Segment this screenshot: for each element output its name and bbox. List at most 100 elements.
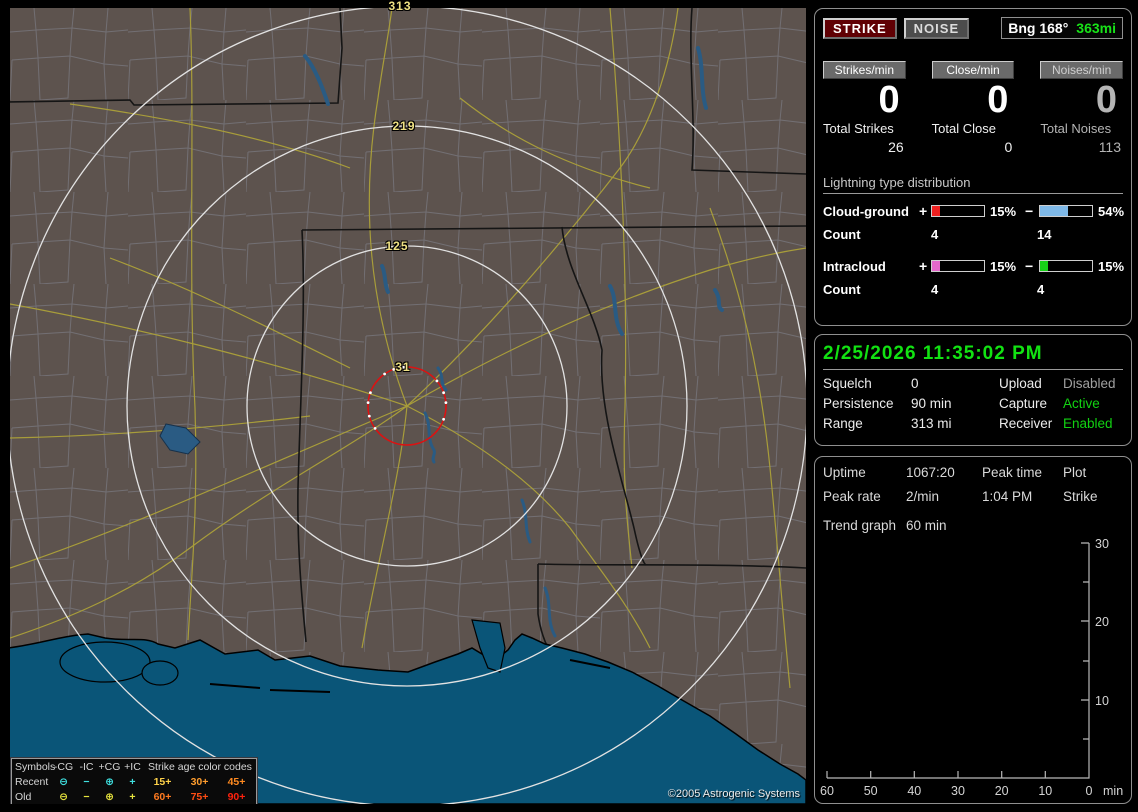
total-strikes-label: Total Strikes bbox=[823, 121, 894, 136]
map-legend: Symbols -CG -IC +CG +IC Strike age color… bbox=[10, 757, 258, 804]
copyright: ©2005 Astrogenic Systems bbox=[667, 788, 800, 800]
age-15: 15+ bbox=[153, 775, 172, 788]
intracloud-count-row: Count 4 4 bbox=[823, 282, 1123, 300]
x-tick-10: 10 bbox=[1038, 784, 1052, 798]
ic-plus-bar bbox=[931, 260, 985, 272]
range-value: 313 mi bbox=[911, 416, 952, 431]
bearing-range: 363mi bbox=[1076, 20, 1116, 36]
range-label: Range bbox=[823, 416, 863, 431]
age-90: 90+ bbox=[227, 790, 246, 803]
divider bbox=[823, 369, 1123, 370]
ic-minus-pct: 15% bbox=[1098, 258, 1125, 274]
bearing-label: Bng 168° bbox=[1008, 20, 1069, 36]
total-close-label: Total Close bbox=[931, 121, 996, 136]
legend-col-+cg: +CG bbox=[98, 760, 121, 773]
noises-per-min-value: 0 bbox=[1095, 79, 1118, 121]
close-per-min-label: Close/min bbox=[931, 61, 1015, 79]
age-75: 75+ bbox=[190, 790, 209, 803]
cloud-ground-row: Cloud-ground + 15% − 54% bbox=[823, 202, 1124, 220]
legend-col-+ic: +IC bbox=[124, 760, 141, 773]
count-label: Count bbox=[823, 227, 861, 242]
plus-sign: + bbox=[919, 203, 928, 219]
range-ring-label-125: 125 bbox=[385, 239, 409, 253]
y-tick-30: 30 bbox=[1095, 537, 1109, 551]
intracloud-label: Intracloud bbox=[823, 258, 886, 274]
persistence-label: Persistence bbox=[823, 396, 894, 411]
range-ring-label-219: 219 bbox=[392, 119, 416, 133]
plot-label: Plot bbox=[1063, 465, 1087, 480]
status-panel: 2/25/2026 11:35:02 PM Squelch 0 Upload D… bbox=[814, 334, 1132, 446]
x-axis-unit: min bbox=[1103, 784, 1123, 798]
trend-graph-label: Trend graph bbox=[823, 518, 897, 533]
datetime-display: 2/25/2026 11:35:02 PM bbox=[823, 343, 1043, 364]
trend-graph-value: 60 min bbox=[906, 518, 947, 533]
ic-plus-count: 4 bbox=[931, 282, 939, 297]
squelch-value: 0 bbox=[911, 376, 919, 391]
counters-panel: STRIKE NOISE Bng 168° 363mi Strikes/min … bbox=[814, 8, 1132, 326]
ic-plus-bar-fill bbox=[932, 261, 940, 271]
cloud-ground-label: Cloud-ground bbox=[823, 203, 909, 219]
distribution-title: Lightning type distribution bbox=[823, 175, 1123, 194]
total-strikes-value: 26 bbox=[888, 139, 904, 155]
age-60: 60+ bbox=[153, 790, 172, 803]
total-close-value: 0 bbox=[1004, 139, 1013, 155]
cg-plus-bar-fill bbox=[932, 206, 940, 216]
old-ic-plus-icon: + bbox=[129, 790, 136, 803]
range-ring-label-31: 31 bbox=[395, 360, 411, 374]
total-noises-value: 113 bbox=[1098, 139, 1122, 155]
legend-col--cg: -CG bbox=[53, 760, 74, 773]
legend-old-row: Old ⊖ − ⊕ + 60+ 75+ 90+ bbox=[12, 789, 256, 804]
minus-sign: − bbox=[1025, 258, 1034, 274]
ic-minus-bar-fill bbox=[1040, 261, 1048, 271]
old-ic-minus-icon: − bbox=[83, 790, 90, 803]
strikes-column: Strikes/min 0 Total Strikes 26 bbox=[823, 61, 906, 155]
receiver-label: Receiver bbox=[999, 416, 1053, 431]
age-30: 30+ bbox=[190, 775, 209, 788]
close-per-min-value: 0 bbox=[987, 79, 1009, 121]
legend-age-header: Strike age color codes bbox=[148, 760, 252, 773]
persistence-value: 90 min bbox=[911, 396, 952, 411]
capture-label: Capture bbox=[999, 396, 1048, 411]
cg-minus-bar-fill bbox=[1040, 206, 1069, 216]
cloud-ground-count-row: Count 4 14 bbox=[823, 227, 1123, 245]
recent-cg-plus-icon: ⊕ bbox=[105, 775, 114, 788]
chart-axes bbox=[826, 542, 1090, 779]
strikes-per-min-value: 0 bbox=[878, 79, 900, 121]
legend-recent-row: Recent ⊖ − ⊕ + 15+ 30+ 45+ bbox=[12, 774, 256, 789]
noises-per-min-label: Noises/min bbox=[1040, 61, 1124, 79]
cg-plus-count: 4 bbox=[931, 227, 939, 242]
ic-minus-bar bbox=[1039, 260, 1093, 272]
recent-ic-minus-icon: − bbox=[83, 775, 90, 788]
peak-time-value: 1:04 PM bbox=[982, 489, 1033, 504]
recent-cg-minus-icon: ⊖ bbox=[59, 775, 68, 788]
capture-status: Active bbox=[1063, 396, 1100, 411]
plot-mode-value: Strike bbox=[1063, 489, 1098, 504]
uptime-value: 1067:20 bbox=[906, 465, 955, 480]
peak-rate-value: 2/min bbox=[906, 489, 940, 504]
legend-recent-label: Recent bbox=[15, 775, 49, 788]
minus-sign: − bbox=[1025, 203, 1034, 219]
x-tick-40: 40 bbox=[907, 784, 921, 798]
nexstorm-window: Symbols -CG -IC +CG +IC Strike age color… bbox=[0, 0, 1138, 812]
ic-minus-count: 4 bbox=[1037, 282, 1045, 297]
strikes-per-min-label: Strikes/min bbox=[823, 61, 906, 79]
legend-col--ic: -IC bbox=[79, 760, 94, 773]
peak-time-label: Peak time bbox=[982, 465, 1043, 480]
close-column: Close/min 0 Total Close 0 bbox=[931, 61, 1015, 155]
ic-plus-pct: 15% bbox=[990, 258, 1017, 274]
plus-sign: + bbox=[919, 258, 928, 274]
x-tick-60: 60 bbox=[820, 784, 834, 798]
x-tick-30: 30 bbox=[951, 784, 965, 798]
cg-plus-pct: 15% bbox=[990, 203, 1017, 219]
cg-minus-count: 14 bbox=[1037, 227, 1052, 242]
trend-panel: Uptime 1067:20 Peak time Plot Peak rate … bbox=[814, 456, 1132, 804]
noise-button[interactable]: NOISE bbox=[903, 17, 970, 39]
y-tick-10: 10 bbox=[1095, 694, 1109, 708]
intracloud-row: Intracloud + 15% − 15% bbox=[823, 257, 1124, 275]
legend-old-label: Old bbox=[15, 790, 32, 803]
recent-ic-plus-icon: + bbox=[129, 775, 136, 788]
legend-header-row: Symbols -CG -IC +CG +IC Strike age color… bbox=[12, 759, 256, 774]
total-noises-label: Total Noises bbox=[1040, 121, 1112, 136]
strike-button[interactable]: STRIKE bbox=[823, 17, 897, 39]
x-tick-50: 50 bbox=[864, 784, 878, 798]
